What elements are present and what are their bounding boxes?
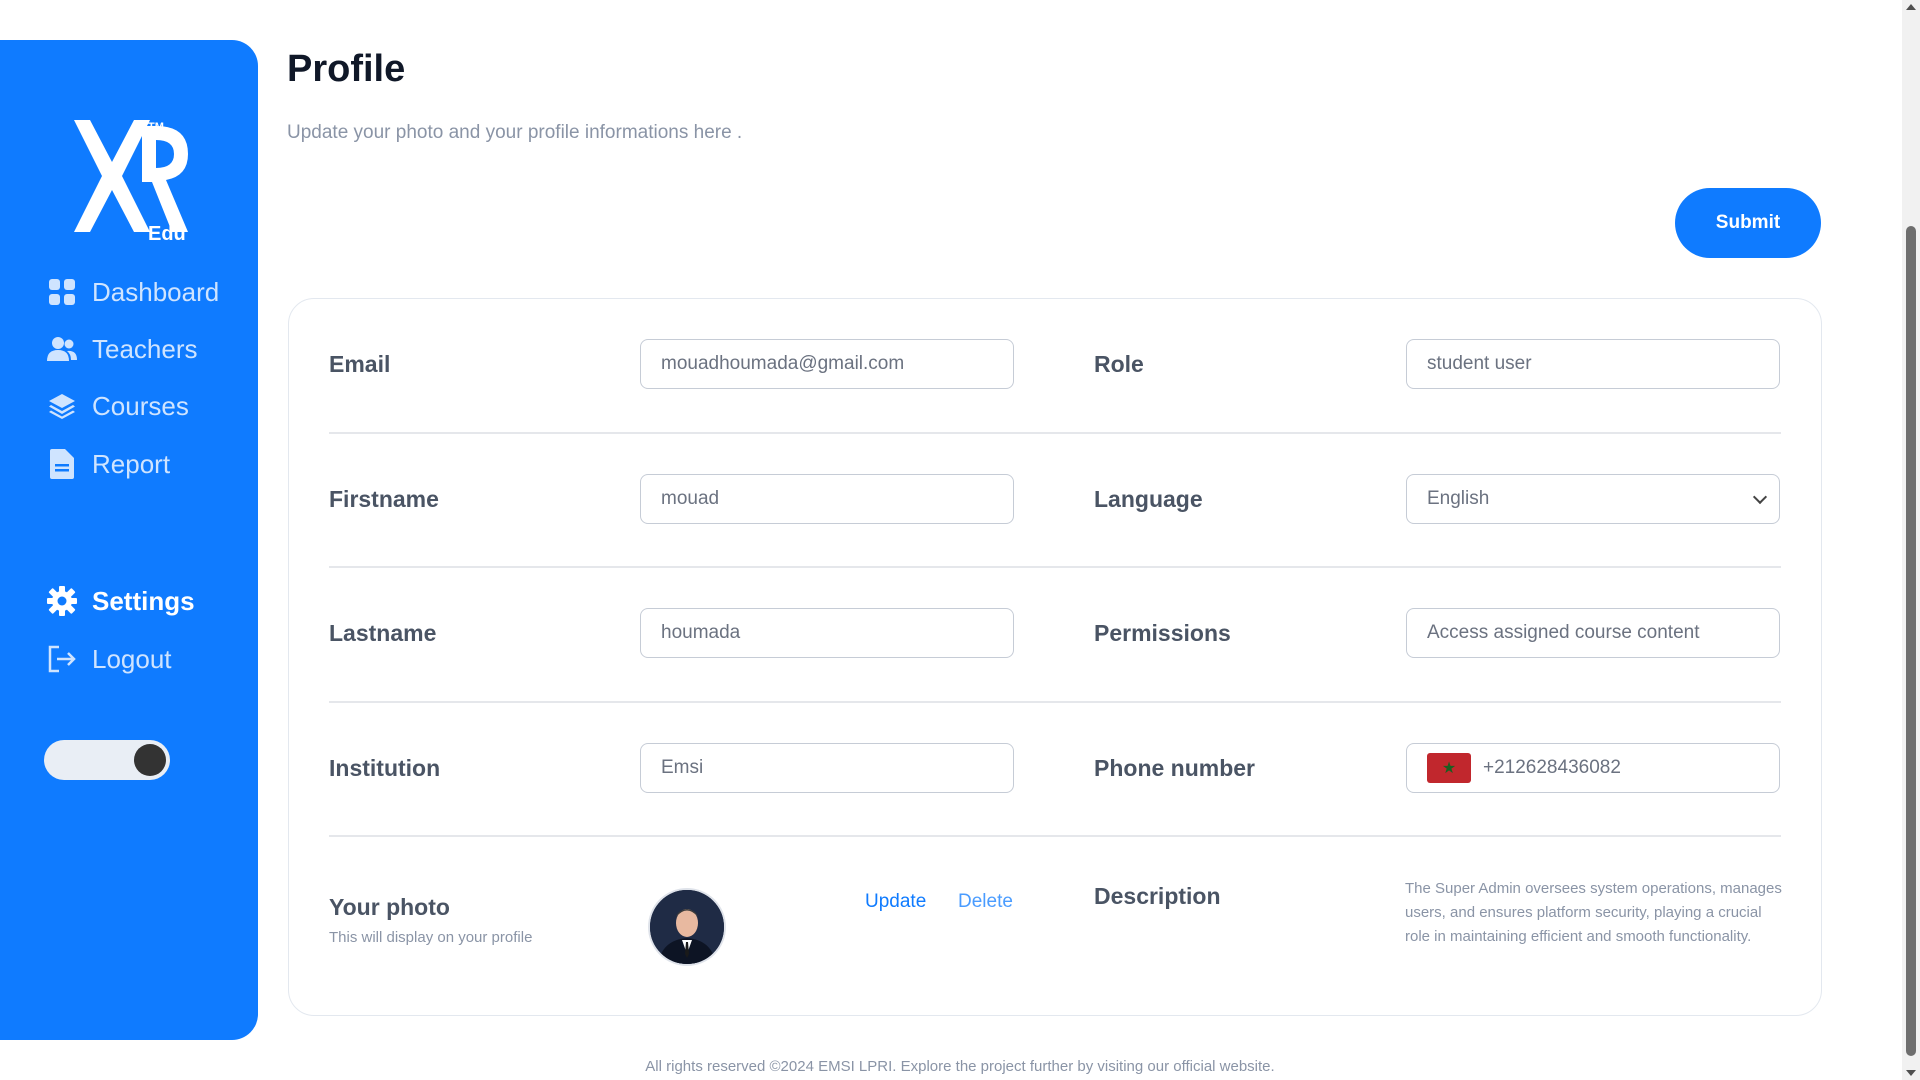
submit-button[interactable]: Submit: [1675, 188, 1821, 258]
dashboard-grid-icon: [46, 276, 78, 308]
avatar: [648, 888, 726, 966]
permissions-label: Permissions: [1094, 620, 1231, 646]
institution-field[interactable]: Emsi: [640, 743, 1014, 793]
sidebar-item-teachers[interactable]: Teachers: [46, 333, 198, 365]
logout-icon: [46, 643, 78, 675]
role-value: student user: [1427, 353, 1532, 374]
sidebar-item-dashboard[interactable]: Dashboard: [46, 276, 219, 308]
scroll-thumb[interactable]: [1906, 226, 1916, 1056]
morocco-flag-icon[interactable]: ★: [1427, 753, 1471, 783]
lastname-label: Lastname: [329, 620, 437, 646]
xr-edu-logo[interactable]: Edu TM: [70, 118, 210, 248]
sidebar-item-report[interactable]: Report: [46, 448, 170, 480]
scroll-up-icon[interactable]: [1906, 4, 1916, 10]
footer-text: All rights reserved ©2024 EMSI LPRI. Exp…: [645, 1058, 1275, 1075]
sidebar-item-courses[interactable]: Courses: [46, 390, 189, 422]
sidebar-item-label: Settings: [92, 585, 195, 616]
language-label: Language: [1094, 486, 1203, 512]
profile-card: Email mouadhoumada@gmail.com Role studen…: [288, 298, 1822, 1016]
phone-value: +212628436082: [1483, 757, 1621, 778]
page-subtitle: Update your photo and your profile infor…: [287, 122, 743, 143]
language-select[interactable]: English: [1406, 474, 1780, 524]
sidebar-item-label: Teachers: [92, 333, 198, 364]
permissions-field[interactable]: Access assigned course content: [1406, 608, 1780, 658]
firstname-label: Firstname: [329, 486, 439, 512]
logo-tm: TM: [148, 121, 164, 133]
sidebar-item-label: Courses: [92, 390, 189, 421]
scroll-down-icon[interactable]: [1906, 1070, 1916, 1076]
document-icon: [46, 448, 78, 480]
email-label: Email: [329, 351, 391, 377]
firstname-field[interactable]: mouad: [640, 474, 1014, 524]
users-icon: [46, 333, 78, 365]
email-field[interactable]: mouadhoumada@gmail.com: [640, 339, 1014, 389]
language-value: English: [1427, 488, 1490, 509]
row-divider: [329, 701, 1781, 703]
lastname-value: houmada: [661, 622, 741, 643]
institution-value: Emsi: [661, 757, 704, 778]
logo-sub: Edu: [148, 223, 186, 245]
phone-field[interactable]: ★ +212628436082: [1406, 743, 1780, 793]
role-field[interactable]: student user: [1406, 339, 1780, 389]
toggle-knob: [134, 744, 166, 776]
photo-hint: This will display on your profile: [329, 929, 533, 946]
firstname-value: mouad: [661, 488, 720, 509]
sidebar-item-label: Logout: [92, 643, 172, 674]
row-divider: [329, 432, 1781, 434]
update-photo-link[interactable]: Update: [865, 891, 926, 913]
permissions-value: Access assigned course content: [1427, 622, 1700, 643]
layers-icon: [46, 390, 78, 422]
sidebar-item-label: Dashboard: [92, 276, 220, 307]
institution-label: Institution: [329, 755, 441, 781]
photo-label: Your photo: [329, 894, 450, 920]
row-divider: [329, 566, 1781, 568]
description-text: The Super Admin oversees system operatio…: [1405, 880, 1782, 945]
phone-label: Phone number: [1094, 755, 1256, 781]
theme-toggle[interactable]: [44, 740, 170, 780]
email-value: mouadhoumada@gmail.com: [661, 353, 905, 374]
row-divider: [329, 835, 1781, 837]
delete-photo-link[interactable]: Delete: [958, 891, 1013, 913]
description-label: Description: [1094, 883, 1221, 909]
sidebar: Edu TM Dashboard Teachers Courses Report…: [0, 40, 258, 1040]
lastname-field[interactable]: houmada: [640, 608, 1014, 658]
sidebar-item-logout[interactable]: Logout: [46, 643, 172, 675]
page-title: Profile: [287, 48, 406, 90]
role-label: Role: [1094, 351, 1144, 377]
chevron-down-icon: [1752, 489, 1768, 505]
scrollbar[interactable]: [1902, 0, 1920, 1080]
sidebar-item-label: Report: [92, 448, 171, 479]
gear-icon: [46, 585, 78, 617]
sidebar-item-settings[interactable]: Settings: [46, 585, 195, 617]
